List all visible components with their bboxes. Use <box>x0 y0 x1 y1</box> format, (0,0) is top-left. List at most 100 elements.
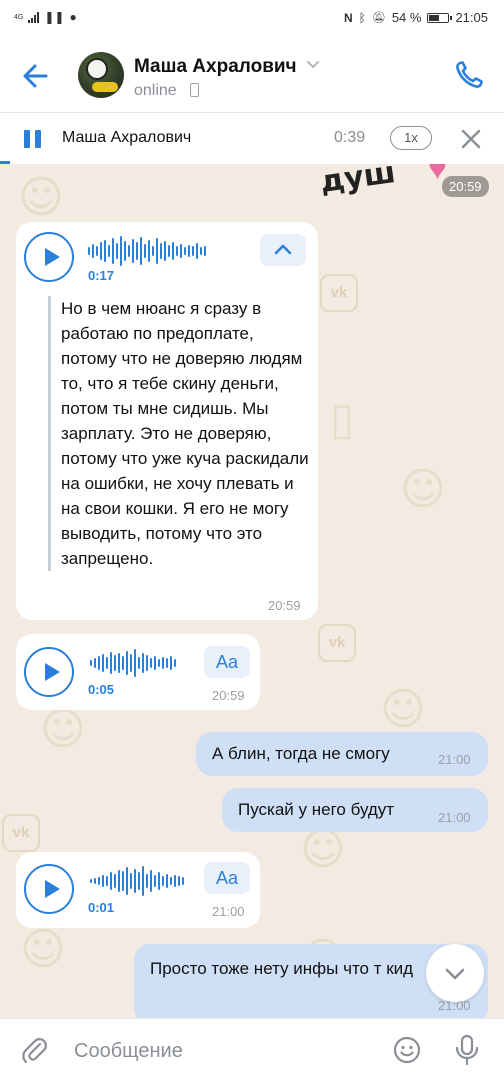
waveform-bar <box>104 240 106 262</box>
waveform-bar <box>140 237 142 265</box>
waveform-bar <box>184 247 186 255</box>
waveform-bar <box>90 879 92 883</box>
waveform-bar <box>158 659 160 667</box>
message-text: Просто тоже нету инфы что т кид <box>150 959 414 978</box>
battery-percent: 54 % <box>391 10 422 25</box>
waveform-bar <box>142 653 144 673</box>
phone-icon <box>456 61 483 88</box>
waveform-bar <box>90 660 92 666</box>
play-button[interactable] <box>24 864 74 914</box>
playback-speed-button[interactable]: 1x <box>390 126 432 150</box>
waveform-bar <box>152 246 154 256</box>
outgoing-message[interactable]: Пускай у него будут 21:00 <box>222 788 488 832</box>
transcribe-button[interactable]: Aa <box>204 862 250 894</box>
waveform-bar <box>128 245 130 257</box>
voice-message[interactable]: 0:17 Но в чем нюанс я сразу в работаю по… <box>16 222 318 620</box>
waveform-bar <box>144 244 146 258</box>
cat-doodle: ☺ <box>40 704 86 755</box>
waveform-bar <box>148 240 150 262</box>
waveform-bar <box>156 238 158 264</box>
waveform-bar <box>166 658 168 668</box>
play-button[interactable] <box>24 232 74 282</box>
chevron-down-icon <box>445 968 465 980</box>
status-bar: 4G ❚❚ ● N ᛒ 🔕︎ 54 % 21:05 <box>0 0 504 38</box>
waveform-bar <box>162 657 164 669</box>
sticker-text[interactable]: душ <box>318 164 398 200</box>
voice-duration: 0:05 <box>88 682 115 697</box>
message-time: 20:59 <box>212 688 245 703</box>
mute-icon: 🔕︎ <box>371 12 386 24</box>
message-input[interactable] <box>74 1037 374 1065</box>
clock: 21:05 <box>455 10 488 25</box>
cat-doodle: ☺ <box>400 464 446 515</box>
call-button[interactable] <box>452 58 486 92</box>
waveform-bar <box>154 875 156 887</box>
pause-button[interactable] <box>24 130 42 148</box>
waveform-bar <box>118 870 120 892</box>
audio-player-bar: Маша Ахралович 0:39 1x <box>0 112 504 164</box>
waveform-bar <box>138 657 140 669</box>
collapse-transcript-button[interactable] <box>260 234 306 266</box>
waveform-bar <box>182 877 184 885</box>
waveform-bar <box>88 247 90 255</box>
pause-icon-bar <box>35 130 41 148</box>
avatar[interactable] <box>78 52 124 98</box>
vk-logo-doodle: vk <box>320 274 358 312</box>
message-time: 20:59 <box>268 598 301 613</box>
waveform-bar <box>192 246 194 256</box>
attach-button[interactable] <box>20 1035 50 1065</box>
waveform-bar <box>96 246 98 256</box>
waveform-bar <box>138 872 140 890</box>
network-type-label: 4G <box>14 13 24 21</box>
contact-name[interactable]: Маша Ахралович <box>134 56 297 78</box>
waveform-bar <box>122 871 124 891</box>
waveform[interactable] <box>90 646 176 680</box>
waveform-bar <box>98 877 100 885</box>
waveform[interactable] <box>88 234 206 268</box>
waveform-bar <box>110 872 112 890</box>
waveform-bar <box>120 236 122 266</box>
milk-doodle: ▯ <box>330 394 355 445</box>
voice-record-button[interactable] <box>452 1033 482 1067</box>
smiley-icon <box>393 1036 421 1064</box>
close-player-button[interactable] <box>460 128 482 150</box>
avatar-shoe <box>92 82 118 92</box>
arrow-left-icon <box>23 64 48 88</box>
transcribe-button[interactable]: Aa <box>204 646 250 678</box>
play-button[interactable] <box>24 647 74 697</box>
emoji-button[interactable] <box>392 1035 422 1065</box>
waveform-bar <box>114 655 116 671</box>
waveform-bar <box>92 244 94 258</box>
waveform-bar <box>106 657 108 669</box>
close-icon <box>461 129 481 149</box>
voice-message[interactable]: 0:05 Aa 20:59 <box>16 634 260 710</box>
waveform-bar <box>106 876 108 886</box>
waveform-bar <box>146 655 148 671</box>
waveform-bar <box>180 244 182 258</box>
chevron-up-icon <box>274 244 292 255</box>
waveform-bar <box>98 656 100 670</box>
message-time: 21:00 <box>438 810 471 825</box>
voice-message[interactable]: 0:01 Aa 21:00 <box>16 852 260 928</box>
waveform-bar <box>134 649 136 677</box>
waveform-bar <box>126 867 128 895</box>
waveform-bar <box>166 874 168 888</box>
microphone-icon <box>455 1034 479 1066</box>
waveform-bar <box>150 870 152 892</box>
waveform-bar <box>172 242 174 260</box>
waveform-bar <box>170 656 172 670</box>
chevron-down-icon[interactable] <box>306 60 320 70</box>
waveform[interactable] <box>90 864 184 898</box>
back-button[interactable] <box>18 58 54 94</box>
sticker-time: 20:59 <box>442 176 489 197</box>
outgoing-message[interactable]: А блин, тогда не смогу 21:00 <box>196 732 488 776</box>
waveform-bar <box>134 869 136 893</box>
chat-notification-icon: ● <box>69 10 77 24</box>
waveform-bar <box>102 875 104 887</box>
cat-doodle: ☺ <box>18 172 64 223</box>
chat-area[interactable]: vk vk vk ☺ ▯ ☺ ☺ ☺ ☺ ☺ ☺ душ ♥ 20:59 0:1… <box>0 164 504 1018</box>
waveform-bar <box>162 876 164 886</box>
scroll-down-button[interactable] <box>426 944 484 1002</box>
waveform-bar <box>122 656 124 670</box>
bluetooth-icon: ᛒ <box>358 10 366 25</box>
